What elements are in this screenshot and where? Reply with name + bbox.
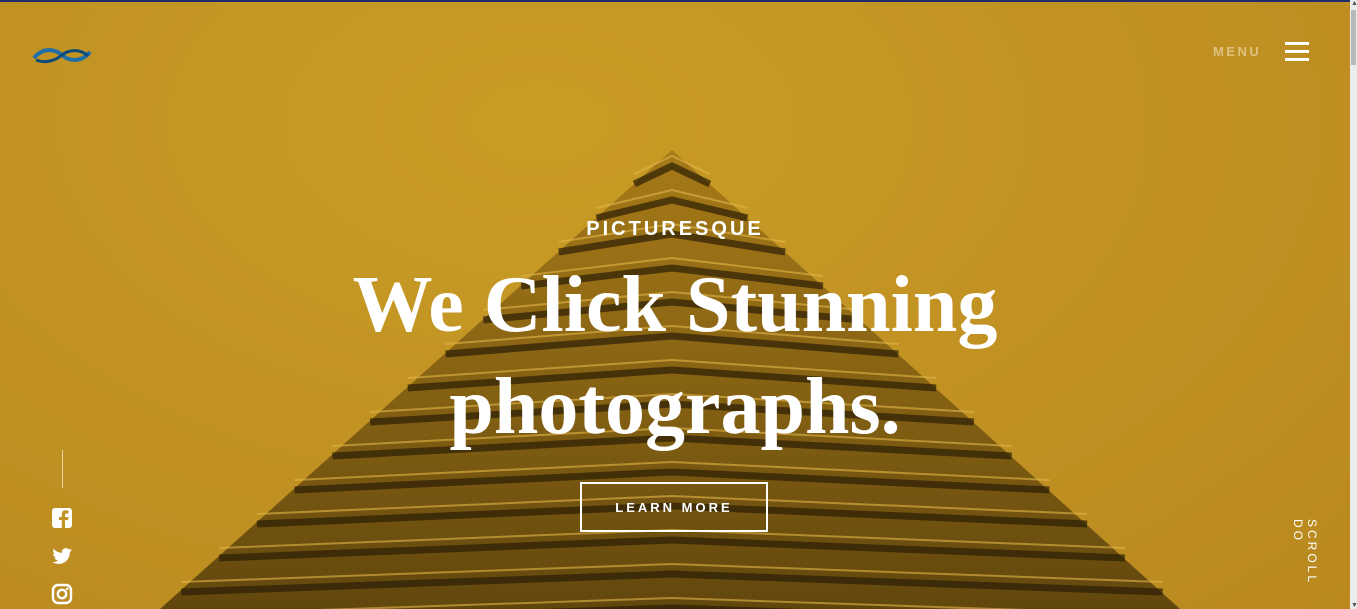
scrollbar-thumb[interactable]: [1351, 10, 1356, 65]
hero-section: MENU PICTURESQUE We Click Stunning photo…: [0, 2, 1350, 609]
headline-line-1: We Click Stunning: [352, 261, 998, 349]
twitter-icon[interactable]: [51, 545, 73, 567]
learn-more-button[interactable]: LEARN MORE: [580, 482, 768, 532]
scroll-down-arrow-icon[interactable]: ▼: [1351, 602, 1357, 609]
logo-icon[interactable]: [32, 44, 92, 66]
hamburger-icon[interactable]: [1285, 42, 1309, 61]
scroll-down-label[interactable]: SCROLL DO: [1291, 519, 1319, 609]
hero-eyebrow: PICTURESQUE: [586, 218, 764, 240]
hero-headline: We Click Stunning photographs.: [0, 254, 1350, 458]
facebook-icon[interactable]: [51, 507, 73, 529]
page-scrollbar[interactable]: ▲ ▼: [1350, 0, 1357, 609]
menu-label[interactable]: MENU: [1213, 44, 1261, 59]
instagram-icon[interactable]: [51, 583, 73, 605]
scroll-up-arrow-icon[interactable]: ▲: [1351, 0, 1357, 7]
headline-line-2: photographs.: [449, 363, 901, 451]
social-divider: [62, 450, 63, 488]
